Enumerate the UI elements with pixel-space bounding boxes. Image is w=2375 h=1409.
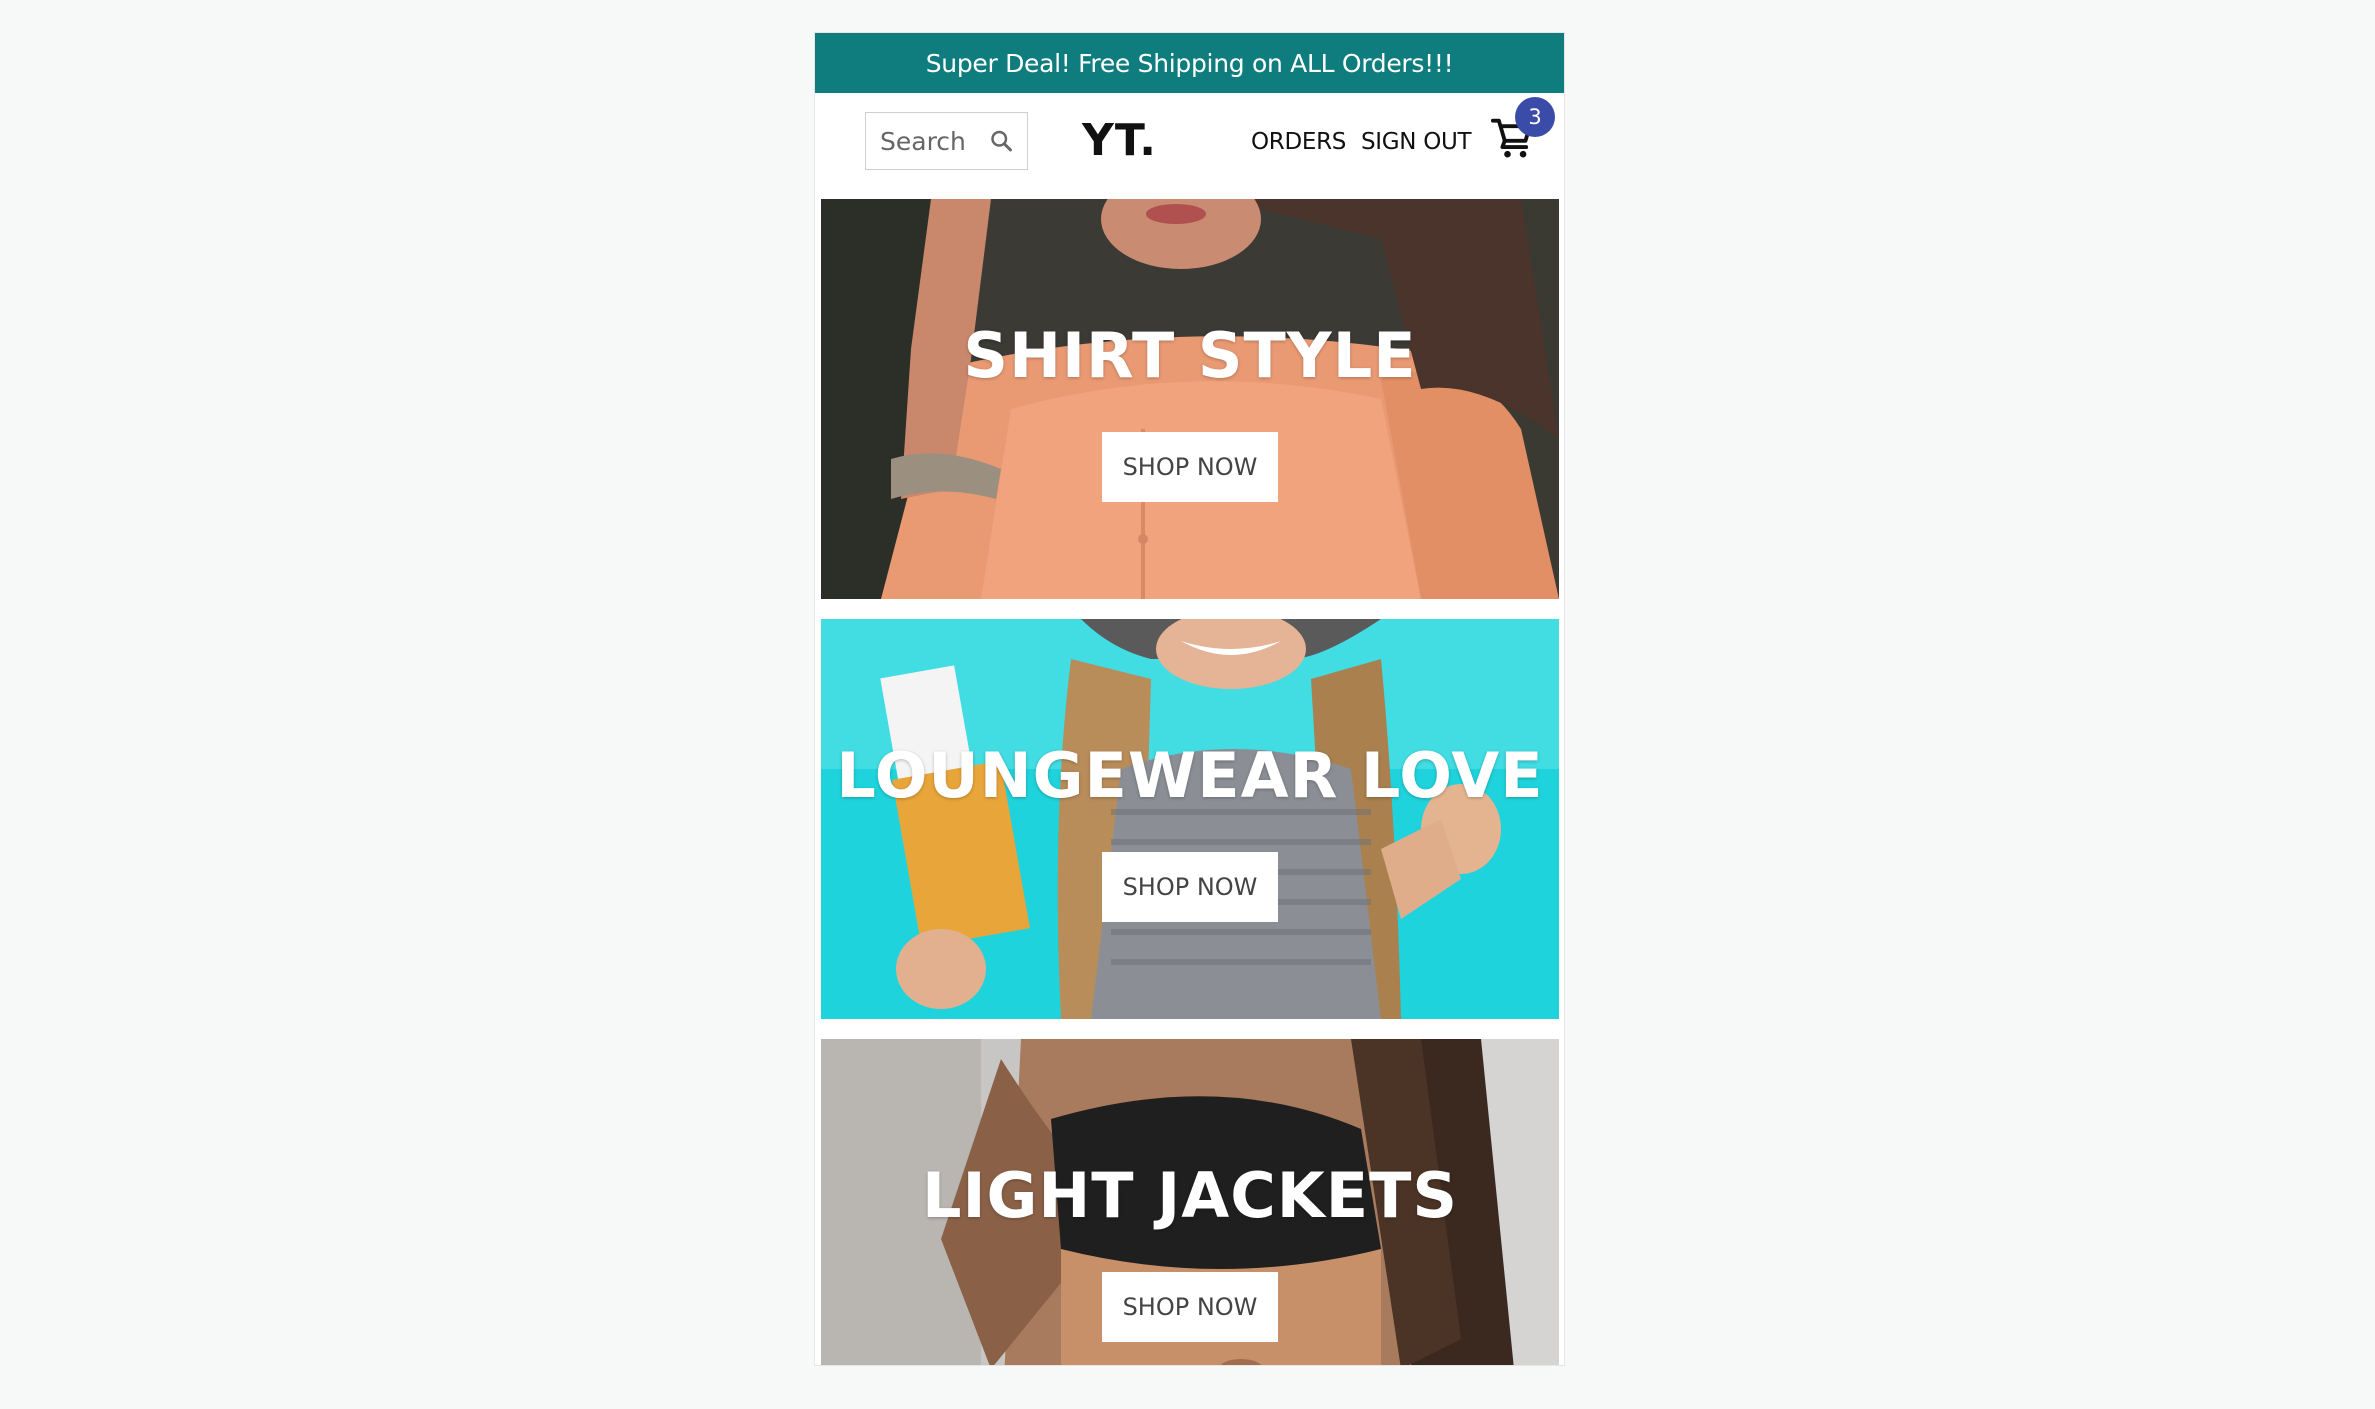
hero-photo-shirt bbox=[821, 199, 1559, 599]
search-input[interactable] bbox=[880, 126, 984, 156]
shop-now-button[interactable]: SHOP NOW bbox=[1102, 1272, 1278, 1342]
hero-loungewear-love[interactable]: LOUNGEWEAR LOVE SHOP NOW bbox=[821, 619, 1559, 1019]
sign-out-link[interactable]: SIGN OUT bbox=[1361, 129, 1472, 155]
shop-now-button[interactable]: SHOP NOW bbox=[1102, 852, 1278, 922]
hero-title: LIGHT JACKETS bbox=[921, 1159, 1459, 1232]
cart-count-badge: 3 bbox=[1515, 97, 1555, 137]
mobile-viewport: Super Deal! Free Shipping on ALL Orders!… bbox=[814, 32, 1565, 1366]
hero-title: SHIRT STYLE bbox=[963, 319, 1417, 392]
hero-title: LOUNGEWEAR LOVE bbox=[836, 739, 1544, 812]
shop-now-button[interactable]: SHOP NOW bbox=[1102, 432, 1278, 502]
promo-text: Super Deal! Free Shipping on ALL Orders!… bbox=[925, 48, 1454, 78]
promo-banner: Super Deal! Free Shipping on ALL Orders!… bbox=[815, 33, 1564, 93]
hero-light-jackets[interactable]: LIGHT JACKETS SHOP NOW bbox=[821, 1039, 1559, 1365]
site-logo[interactable]: YT. bbox=[1082, 115, 1157, 166]
cart-button[interactable]: 3 bbox=[1491, 97, 1555, 167]
orders-link[interactable]: ORDERS bbox=[1251, 129, 1346, 155]
search-box[interactable] bbox=[865, 112, 1028, 170]
hero-photo-loungewear bbox=[821, 619, 1559, 1019]
site-header: YT. ORDERS SIGN OUT 3 bbox=[815, 93, 1564, 198]
hero-shirt-style[interactable]: SHIRT STYLE SHOP NOW bbox=[821, 199, 1559, 599]
search-icon[interactable] bbox=[988, 127, 1015, 155]
